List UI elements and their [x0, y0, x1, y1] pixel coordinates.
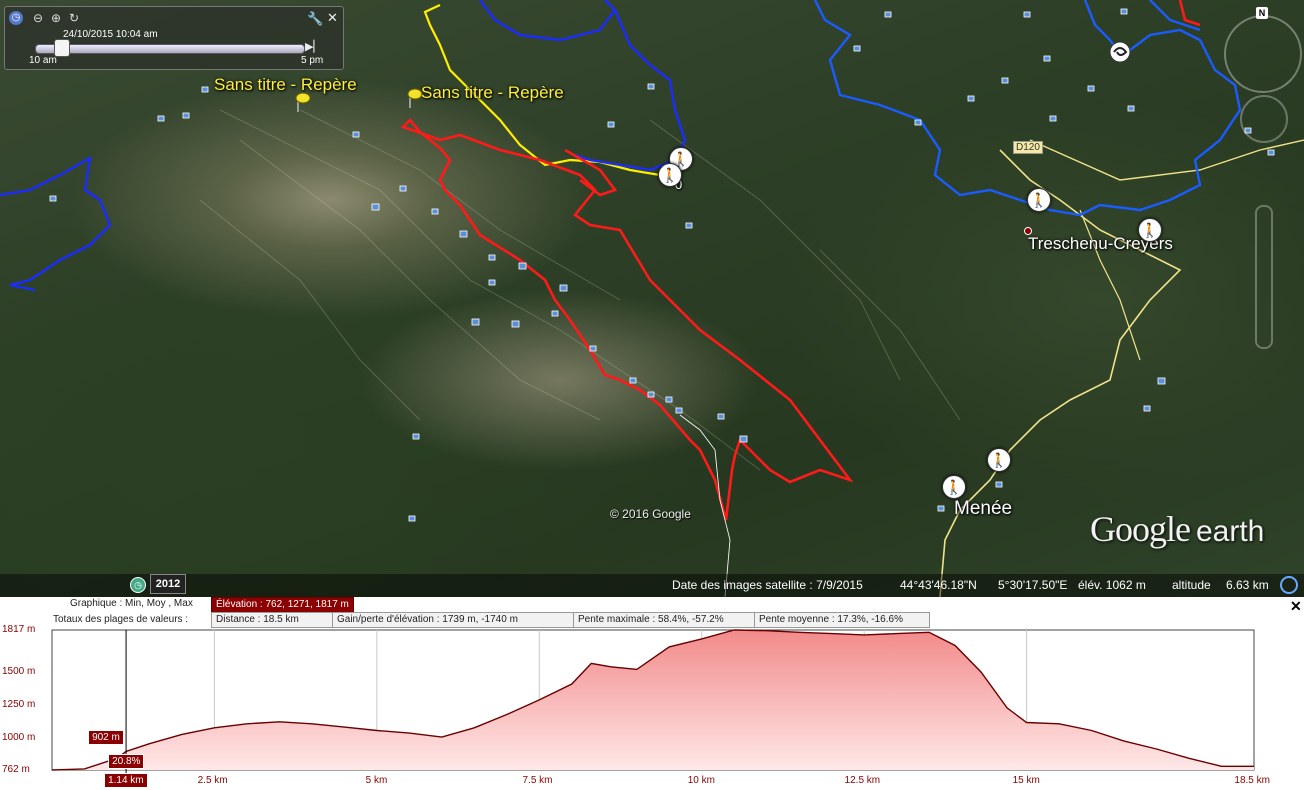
pin-label[interactable]: Sans titre - Repère — [421, 83, 564, 103]
imagery-year[interactable]: 2012 — [150, 574, 186, 594]
blue-track-3 — [813, 0, 1242, 217]
copyright-text: © 2016 Google — [610, 507, 691, 521]
time-slider-track[interactable] — [35, 44, 305, 54]
pin-label[interactable]: Sans titre - Repère — [214, 75, 357, 95]
look-joystick[interactable] — [1240, 95, 1288, 143]
hiker-icon[interactable]: 🚶 — [942, 475, 966, 499]
cursor-distance: 1.14 km — [104, 773, 148, 788]
x-tick-label: 2.5 km — [197, 775, 228, 786]
place-label-menee[interactable]: Menée — [954, 498, 1012, 520]
red-track-small — [1178, 0, 1201, 27]
altitude-label: altitude — [1172, 578, 1211, 592]
map-view[interactable]: Sans titre - Repère Sans titre - Repère … — [0, 0, 1304, 597]
cursor-elevation: 902 m — [88, 730, 124, 746]
zoom-in-icon[interactable]: ⊕ — [49, 11, 63, 25]
hiker-icon[interactable]: 🚶 — [1027, 188, 1051, 212]
road-line-2 — [1029, 139, 1304, 181]
ground-elevation: élév. 1062 m — [1078, 578, 1146, 592]
status-bar: Date des images satellite : 7/9/2015 44°… — [0, 574, 1304, 597]
altitude-value: 6.63 km — [1226, 578, 1269, 592]
close-icon[interactable]: ✕ — [327, 10, 338, 26]
hiker-icon[interactable]: 🚶 — [1138, 218, 1162, 242]
x-tick-label: 10 km — [687, 775, 715, 786]
hiker-icon[interactable]: 🚶 — [658, 163, 682, 187]
y-tick-label: 1817 m — [2, 624, 36, 635]
y-tick-label: 1250 m — [2, 699, 36, 711]
x-tick-label: 15 km — [1012, 775, 1040, 786]
x-tick-label: 5 km — [365, 775, 388, 786]
zoom-out-icon[interactable]: ⊖ — [31, 11, 45, 25]
y-tick-label: 1000 m — [2, 732, 36, 744]
elevation-chart[interactable] — [0, 597, 1304, 790]
clock-icon[interactable]: ◷ — [9, 11, 23, 25]
road-label: D120 — [1013, 141, 1043, 154]
elevation-profile-panel: Graphique : Min, Moy , Max Élévation : 7… — [0, 597, 1304, 790]
historical-imagery-icon[interactable]: ◷ — [130, 577, 146, 593]
red-track — [400, 118, 854, 521]
x-tick-label: 18.5 km — [1234, 775, 1270, 786]
time-slider-start: 10 am — [29, 55, 57, 66]
google-earth-logo: Google earth — [1090, 509, 1265, 549]
swirl-icon[interactable] — [1109, 41, 1131, 63]
refresh-icon[interactable]: ↻ — [67, 11, 81, 25]
hiker-icon[interactable]: 🚶 — [987, 448, 1011, 472]
wrench-icon[interactable]: 🔧 — [307, 11, 323, 27]
time-slider-end: 5 pm — [301, 55, 324, 66]
y-tick-label: 1500 m — [2, 666, 36, 678]
zoom-slider[interactable] — [1255, 205, 1273, 349]
pushpin-icon[interactable] — [407, 88, 423, 108]
play-end-icon[interactable]: ▶▏ — [305, 40, 322, 53]
blue-track-2 — [0, 155, 112, 292]
north-indicator[interactable]: N — [1256, 7, 1268, 19]
streaming-icon — [1280, 576, 1298, 594]
latitude: 44°43'46.18"N — [900, 578, 977, 592]
cursor-slope: 20.8% — [108, 754, 145, 769]
road-line-3 — [1079, 209, 1141, 361]
pushpin-icon[interactable] — [295, 92, 311, 112]
imagery-date: Date des images satellite : 7/9/2015 — [672, 578, 863, 592]
time-slider-panel: ◷ ⊖ ⊕ ↻ 24/10/2015 10:04 am ▶▏ 10 am 5 p… — [4, 6, 344, 70]
longitude: 5°30'17.50"E — [998, 578, 1068, 592]
time-slider-date: 24/10/2015 10:04 am — [63, 29, 158, 40]
terrain-texture — [199, 109, 961, 471]
x-tick-label: 7.5 km — [522, 775, 553, 786]
compass-ring[interactable] — [1224, 15, 1302, 93]
y-tick-label: 762 m — [2, 764, 30, 775]
x-tick-label: 12.5 km — [844, 775, 881, 786]
